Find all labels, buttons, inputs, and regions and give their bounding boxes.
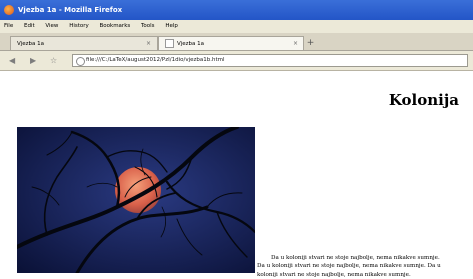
bookmark-star-icon[interactable]: ☆: [50, 55, 57, 66]
moon-tree-photo: [17, 127, 255, 273]
menu-tools[interactable]: Tools: [141, 23, 155, 29]
paragraph-text: Da u koloniji stvari ne stoje najbolje, …: [257, 255, 441, 278]
menu-edit[interactable]: Edit: [24, 23, 35, 29]
firefox-icon: [4, 5, 14, 15]
back-arrow-icon[interactable]: ◀: [9, 55, 15, 66]
window-titlebar: Vjezba 1a - Mozilla Firefox: [0, 0, 473, 20]
menu-history[interactable]: History: [69, 23, 89, 29]
tab-1[interactable]: Vjezba 1a ×: [10, 36, 158, 50]
menu-bar: File Edit View History Bookmarks Tools H…: [0, 20, 473, 33]
new-tab-icon[interactable]: +: [304, 37, 317, 49]
tab-2[interactable]: Vjezba 1a ×: [158, 36, 304, 50]
window-title: Vjezba 1a - Mozilla Firefox: [18, 6, 123, 14]
tab-2-label: Vjezba 1a: [177, 41, 205, 47]
page-content: Kolonija Da u koloniji stvari ne stoje n…: [0, 71, 473, 278]
forward-arrow-icon[interactable]: ▶: [30, 55, 36, 66]
menu-file[interactable]: File: [4, 23, 13, 29]
site-identity-icon: [76, 57, 85, 66]
tab-2-close-icon[interactable]: ×: [293, 37, 298, 51]
menu-bookmarks[interactable]: Bookmarks: [100, 23, 131, 29]
tab-1-close-icon[interactable]: ×: [146, 37, 151, 51]
url-input[interactable]: file:///C:/LaTeX/august2012/PzI/1dio/vje…: [72, 54, 468, 67]
menu-help[interactable]: Help: [165, 23, 178, 29]
url-text: file:///C:/LaTeX/august2012/PzI/1dio/vje…: [86, 57, 225, 63]
navigation-bar: ◀ ▶ ☆ file:///C:/LaTeX/august2012/PzI/1d…: [0, 51, 473, 71]
photo-drawing: [17, 127, 255, 273]
menu-view[interactable]: View: [45, 23, 58, 29]
page-icon: [165, 39, 174, 48]
page-heading: Kolonija: [388, 91, 459, 109]
tab-1-label: Vjezba 1a: [17, 41, 45, 47]
tab-bar: Vjezba 1a × Vjezba 1a × +: [0, 33, 473, 51]
